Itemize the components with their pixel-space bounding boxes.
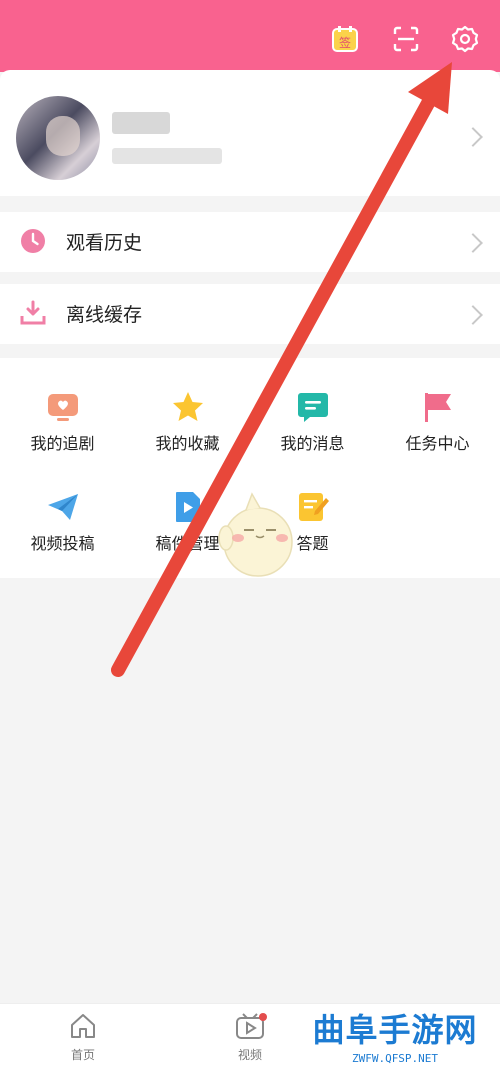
pencil-note-icon xyxy=(298,493,329,521)
grid-item-messages[interactable]: 我的消息 xyxy=(250,390,375,454)
scan-icon[interactable] xyxy=(391,24,421,54)
mascot-sticker xyxy=(218,492,293,577)
nav-label: 视频 xyxy=(237,1048,262,1062)
tv-heart-icon xyxy=(47,394,78,421)
grid-item-label: 视频投稿 xyxy=(30,534,95,553)
watermark-url: ZWFW.QFSP.NET xyxy=(351,1052,439,1065)
nav-home[interactable]: 首页 xyxy=(53,1012,113,1063)
grid-item-video-upload[interactable]: 视频投稿 xyxy=(0,490,125,554)
home-icon xyxy=(71,1014,95,1038)
chevron-right-icon xyxy=(463,127,483,147)
menu-row-offline-cache[interactable]: 离线缓存 xyxy=(0,284,500,344)
paper-plane-icon xyxy=(47,494,78,520)
checkin-calendar-icon[interactable]: 签 xyxy=(330,24,360,54)
grid-item-favorites[interactable]: 我的收藏 xyxy=(125,390,250,454)
menu-row-label: 离线缓存 xyxy=(66,304,143,326)
grid-item-label: 任务中心 xyxy=(405,434,470,453)
profile-card[interactable] xyxy=(0,70,500,196)
flag-icon xyxy=(424,393,451,422)
grid-item-label: 我的追剧 xyxy=(30,434,95,453)
star-icon xyxy=(172,392,203,421)
nav-label: 首页 xyxy=(70,1048,95,1062)
checkin-badge-text: 签 xyxy=(339,35,351,50)
grid-item-label: 我的收藏 xyxy=(155,434,220,453)
user-info-blurred xyxy=(112,148,222,164)
gear-icon[interactable] xyxy=(450,24,480,54)
watermark-title: 曲阜手游网 xyxy=(312,1011,478,1049)
username-blurred xyxy=(112,112,170,134)
nav-video[interactable]: 视频 xyxy=(220,1012,280,1063)
grid-item-label: 我的消息 xyxy=(280,434,345,453)
grid-item-task-center[interactable]: 任务中心 xyxy=(375,390,500,454)
clock-icon xyxy=(21,229,45,253)
chevron-right-icon xyxy=(463,305,483,325)
menu-row-history[interactable]: 观看历史 xyxy=(0,212,500,272)
chevron-right-icon xyxy=(463,233,483,253)
message-icon xyxy=(297,393,328,422)
video-file-icon xyxy=(175,492,200,522)
top-header: 签 xyxy=(0,0,500,72)
grid-item-my-series[interactable]: 我的追剧 xyxy=(0,390,125,454)
download-icon xyxy=(20,300,46,325)
menu-row-label: 观看历史 xyxy=(66,232,143,254)
avatar[interactable] xyxy=(16,96,100,180)
site-watermark: 曲阜手游网 ZWFW.QFSP.NET xyxy=(292,1010,498,1066)
video-icon xyxy=(236,1013,267,1039)
